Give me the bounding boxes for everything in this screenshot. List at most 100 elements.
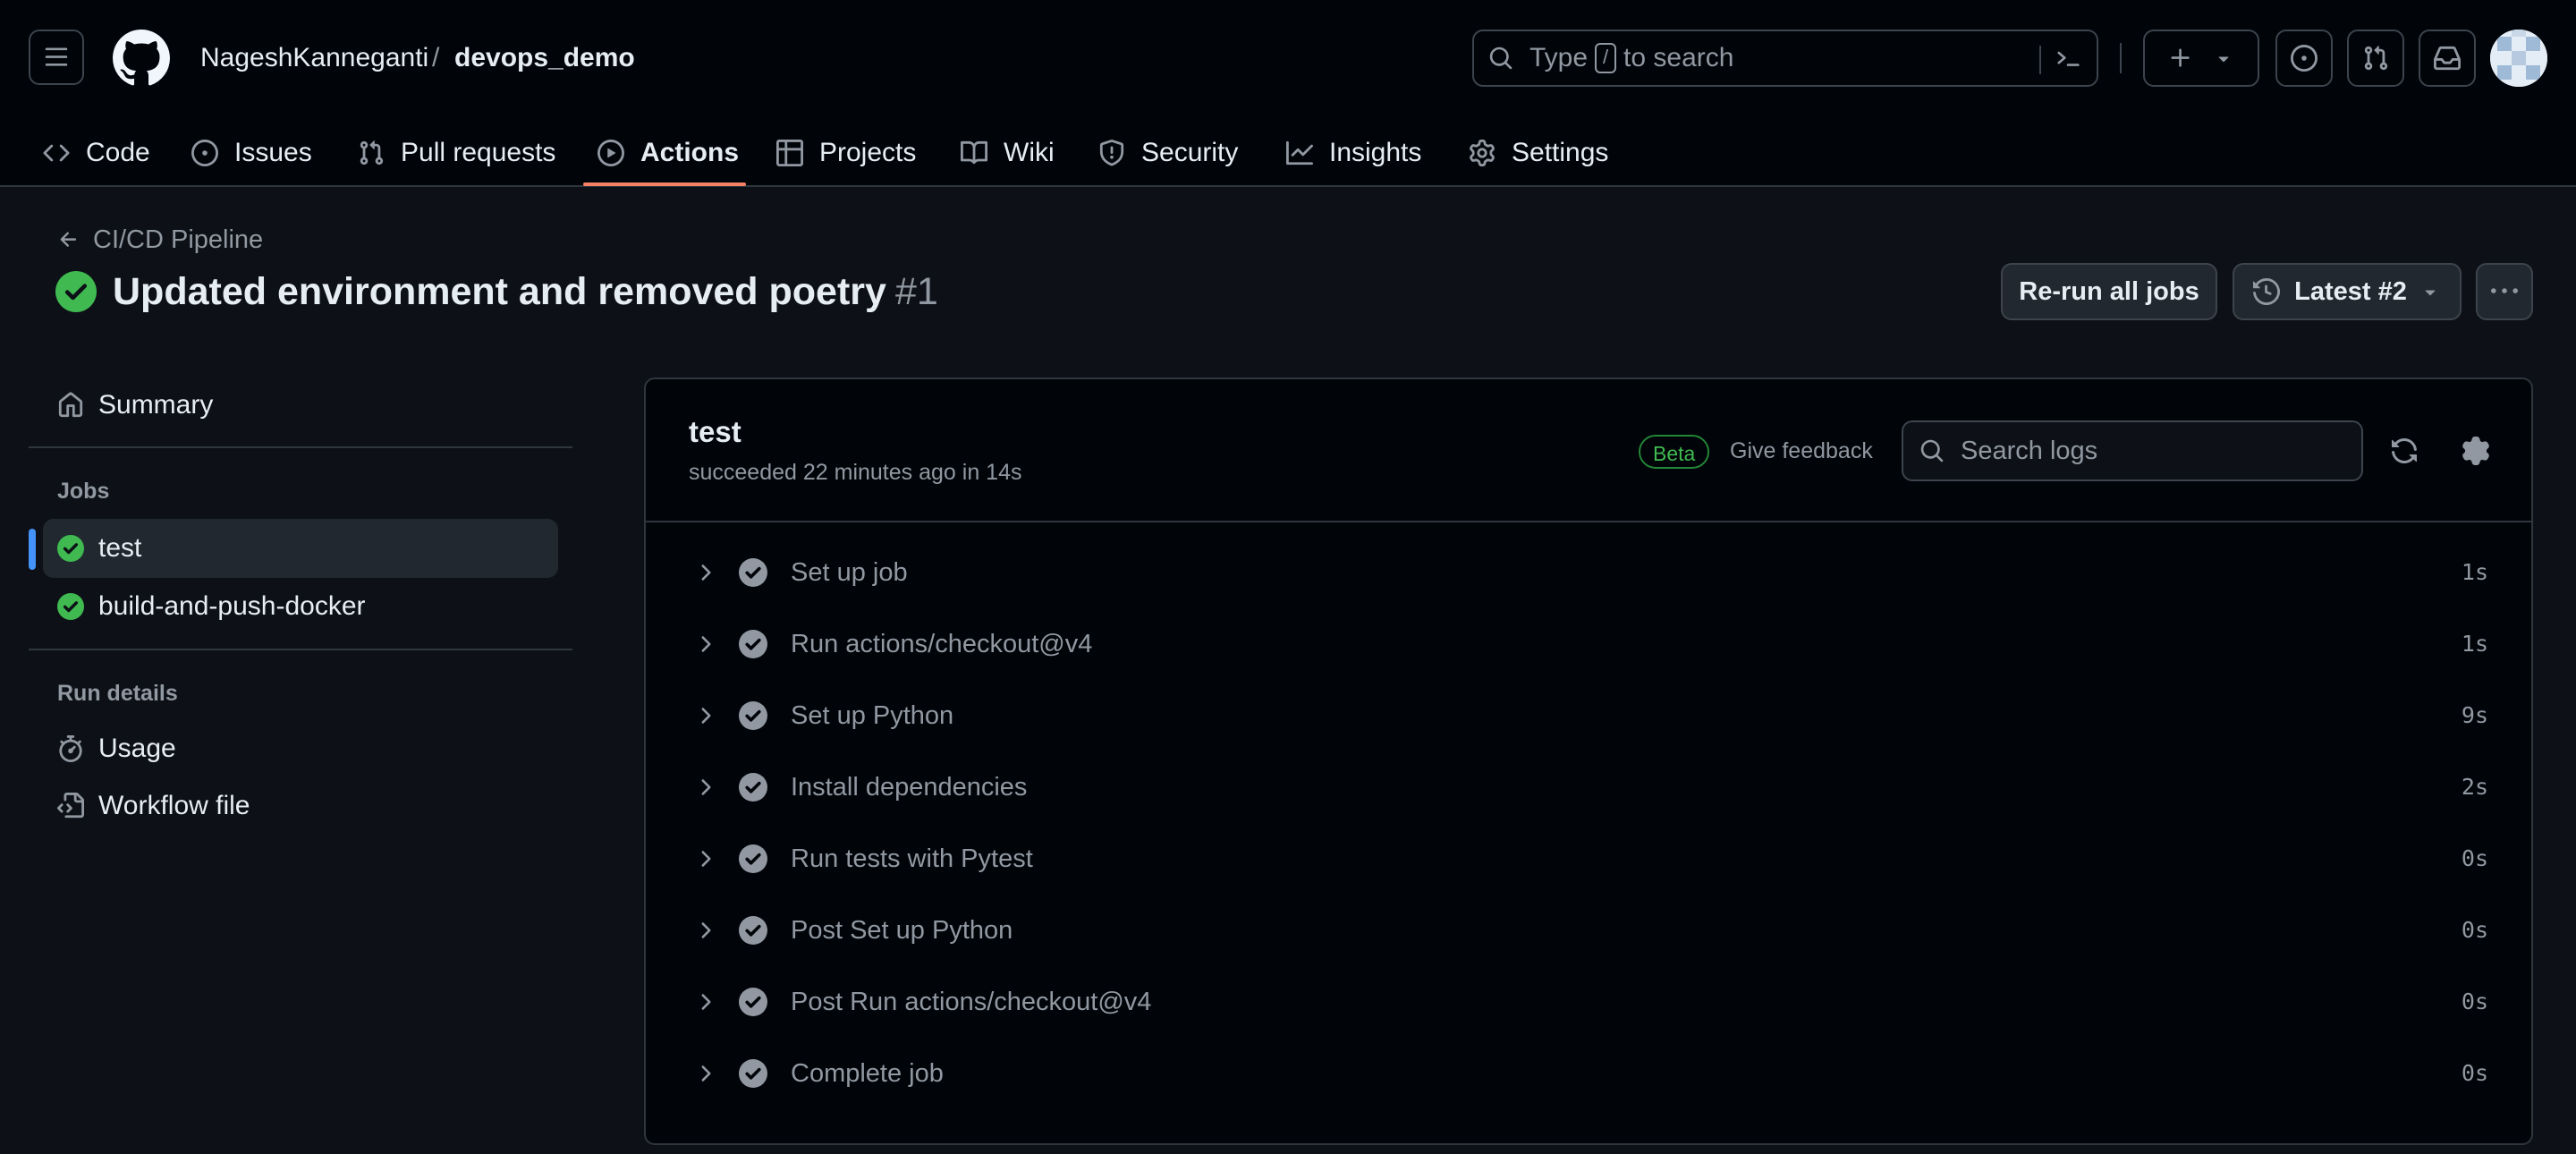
repo-owner-link[interactable]: NageshKanneganti — [200, 40, 428, 76]
more-options-button[interactable] — [2476, 263, 2533, 320]
issue-icon — [191, 140, 218, 166]
job-status-text: succeeded 22 minutes ago in 14s — [689, 460, 1022, 485]
step-name: Run actions/checkout@v4 — [791, 630, 1093, 658]
sidebar-job-build-and-push-docker[interactable]: build-and-push-docker — [29, 577, 558, 636]
step-row[interactable]: Set up job 1s — [646, 537, 2531, 608]
run-details-heading: Run details — [57, 681, 178, 706]
chevron-right-icon — [701, 636, 711, 652]
sidebar-item-usage[interactable]: Usage — [29, 719, 558, 778]
book-icon — [961, 140, 987, 165]
file-code-icon — [57, 793, 84, 819]
step-success-icon — [739, 844, 767, 873]
sidebar-divider — [29, 446, 572, 448]
active-tab-underline — [583, 182, 746, 186]
global-header: NageshKanneganti / devops_demo Type / to… — [0, 0, 2576, 187]
your-pull-requests-button[interactable] — [2347, 30, 2404, 87]
step-row[interactable]: Set up Python 9s — [646, 680, 2531, 751]
tab-pull-requests[interactable]: Pull requests — [358, 120, 555, 186]
step-row[interactable]: Post Set up Python 0s — [646, 895, 2531, 966]
step-row[interactable]: Post Run actions/checkout@v4 0s — [646, 966, 2531, 1038]
rerun-all-jobs-button[interactable]: Re-run all jobs — [2001, 263, 2217, 320]
step-row[interactable]: Install dependencies 2s — [646, 751, 2531, 823]
chevron-right-icon — [701, 708, 711, 724]
tab-security-label: Security — [1141, 138, 1239, 167]
tab-issues-label: Issues — [234, 138, 312, 167]
run-number: #1 — [894, 269, 938, 313]
menu-button[interactable] — [29, 30, 84, 85]
sidebar-item-workflow-file[interactable]: Workflow file — [29, 776, 558, 836]
shield-icon — [1099, 140, 1124, 166]
your-issues-button[interactable] — [2275, 30, 2333, 87]
command-palette-icon[interactable] — [2055, 46, 2082, 72]
latest-attempt-dropdown[interactable]: Latest #2 — [2233, 263, 2462, 320]
jobs-heading: Jobs — [57, 479, 110, 504]
breadcrumb-separator: / — [432, 43, 440, 72]
refresh-icon[interactable] — [2390, 437, 2419, 465]
tab-projects[interactable]: Projects — [776, 120, 916, 186]
pull-request-icon — [2364, 46, 2388, 71]
chevron-right-icon — [701, 851, 711, 867]
home-icon — [58, 392, 83, 418]
sidebar-job-test[interactable]: test — [43, 519, 558, 578]
search-icon — [1489, 47, 1513, 70]
tab-wiki[interactable]: Wiki — [961, 120, 1055, 186]
header-divider — [2120, 43, 2122, 73]
chevron-right-icon — [701, 779, 711, 795]
give-feedback-link[interactable]: Give feedback — [1730, 438, 1873, 464]
user-avatar[interactable] — [2490, 30, 2547, 87]
page-title: Updated environment and removed poetry #… — [55, 267, 938, 317]
tab-insights[interactable]: Insights — [1286, 120, 1421, 186]
arrow-left-icon — [60, 232, 77, 247]
hamburger-icon — [45, 47, 68, 66]
github-logo-icon[interactable] — [113, 30, 170, 87]
create-new-button[interactable] — [2143, 30, 2259, 87]
search-logs-input[interactable]: Search logs — [1902, 420, 2363, 481]
issue-opened-icon — [2291, 45, 2318, 72]
tab-actions-label: Actions — [640, 138, 740, 167]
repo-name-link[interactable]: devops_demo — [454, 40, 635, 76]
sidebar-item-summary[interactable]: Summary — [29, 376, 558, 435]
gear-icon[interactable] — [2462, 437, 2490, 465]
sidebar-divider — [29, 649, 572, 650]
notifications-button[interactable] — [2419, 30, 2476, 87]
tab-pull-requests-label: Pull requests — [401, 138, 556, 167]
step-duration: 0s — [2461, 1060, 2488, 1086]
success-check-icon — [57, 593, 84, 620]
step-duration: 1s — [2461, 631, 2488, 657]
back-to-workflow-link[interactable]: CI/CD Pipeline — [57, 224, 263, 256]
tab-settings-label: Settings — [1512, 138, 1609, 167]
pull-request-icon — [360, 140, 384, 165]
kebab-horizontal-icon — [2491, 288, 2518, 293]
usage-label: Usage — [98, 734, 176, 763]
tab-code[interactable]: Code — [43, 120, 150, 186]
table-icon — [776, 140, 803, 166]
job-header: test succeeded 22 minutes ago in 14s Bet… — [646, 379, 2531, 522]
job-name: test — [689, 415, 741, 448]
step-duration: 9s — [2461, 702, 2488, 728]
tab-actions[interactable]: Actions — [597, 120, 739, 186]
step-row[interactable]: Complete job 0s — [646, 1038, 2531, 1109]
step-duration: 0s — [2461, 845, 2488, 871]
back-link-label: CI/CD Pipeline — [93, 225, 264, 254]
step-success-icon — [739, 988, 767, 1016]
step-name: Set up Python — [791, 701, 954, 730]
tab-security[interactable]: Security — [1098, 120, 1238, 186]
plus-icon — [2171, 48, 2190, 67]
history-icon — [2253, 278, 2281, 305]
search-shortcut-key: / — [1595, 43, 1617, 73]
summary-label: Summary — [98, 390, 214, 420]
search-divider — [2039, 46, 2041, 74]
step-name: Install dependencies — [791, 773, 1028, 802]
job-label: test — [98, 533, 142, 563]
tab-settings[interactable]: Settings — [1469, 120, 1608, 186]
step-name: Post Run actions/checkout@v4 — [791, 988, 1152, 1016]
step-name: Set up job — [791, 558, 908, 587]
tab-issues[interactable]: Issues — [191, 120, 312, 186]
global-search-input[interactable]: Type / to search — [1472, 30, 2098, 87]
step-row[interactable]: Run actions/checkout@v4 1s — [646, 608, 2531, 680]
search-hint-suffix: to search — [1623, 43, 1734, 72]
caret-down-icon — [2218, 56, 2229, 63]
chevron-right-icon — [701, 922, 711, 938]
step-success-icon — [739, 773, 767, 802]
step-row[interactable]: Run tests with Pytest 0s — [646, 823, 2531, 895]
